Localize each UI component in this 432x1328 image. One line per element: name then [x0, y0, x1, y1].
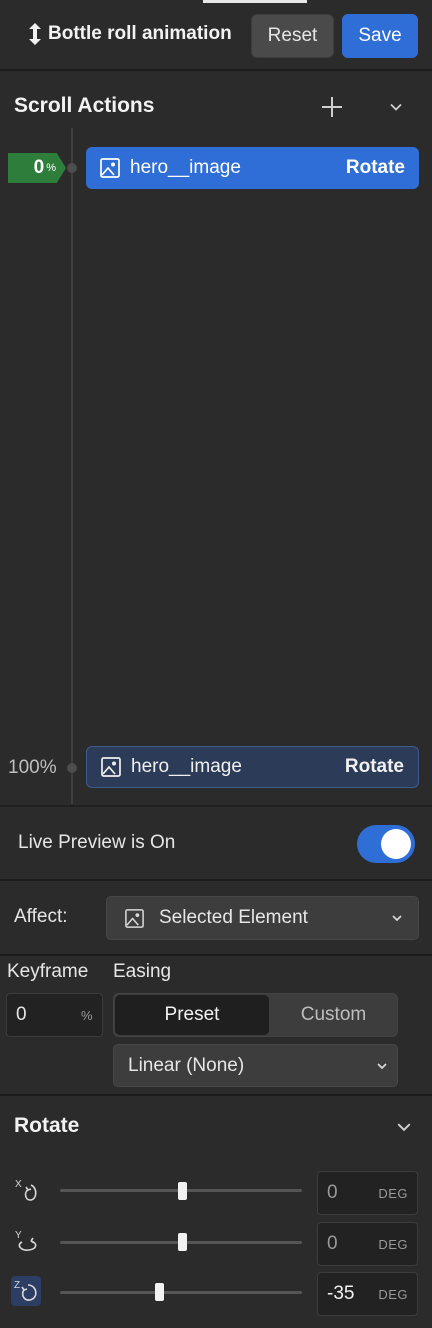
start-percent-value: 0 [33, 157, 45, 178]
rotate-y-value: 0 [327, 1233, 338, 1254]
svg-text:X: X [15, 1179, 22, 1190]
rotate-x-input[interactable]: 0 DEG [317, 1171, 418, 1215]
action-element-name: hero__image [131, 756, 242, 777]
animation-title[interactable]: Bottle roll animation [28, 22, 232, 46]
divider [0, 879, 432, 881]
rotate-y-input[interactable]: 0 DEG [317, 1222, 418, 1266]
keyframe-label: Keyframe [7, 961, 89, 982]
timeline-line [71, 128, 73, 804]
image-icon [100, 158, 120, 178]
easing-preset-select[interactable]: Linear (None) [113, 1044, 398, 1087]
action-element-name: hero__image [130, 157, 241, 178]
affect-label: Affect: [14, 906, 68, 927]
action-row-start[interactable]: hero__image Rotate [86, 147, 419, 189]
divider [0, 954, 432, 956]
rotate-x-slider-thumb[interactable] [178, 1182, 187, 1200]
divider [0, 69, 432, 71]
divider [0, 1094, 432, 1096]
chevron-down-icon[interactable] [389, 100, 403, 114]
easing-mode-toggle: Preset Custom [113, 993, 398, 1037]
rotate-x-unit: DEG [378, 1185, 408, 1201]
live-preview-toggle[interactable] [357, 825, 415, 863]
image-icon [101, 757, 121, 777]
image-icon [125, 908, 144, 928]
rotate-z-value: -35 [327, 1283, 355, 1304]
rotate-z-input[interactable]: -35 DEG [317, 1272, 418, 1316]
rotate-y-unit: DEG [378, 1236, 408, 1252]
start-percent-marker[interactable]: 0% [8, 153, 66, 183]
start-percent-unit: % [46, 162, 56, 174]
easing-selected-value: Linear (None) [128, 1054, 245, 1076]
svg-text:Z: Z [14, 1280, 20, 1291]
action-row-end[interactable]: hero__image Rotate [86, 746, 419, 788]
rotate-z-slider-thumb[interactable] [155, 1283, 164, 1301]
action-type: Rotate [345, 157, 405, 178]
keyframe-unit: % [80, 1007, 93, 1023]
live-preview-label: Live Preview is On [18, 832, 176, 853]
timeline-dot[interactable] [67, 163, 77, 173]
scroll-actions-title: Scroll Actions [14, 94, 155, 117]
animation-title-text: Bottle roll animation [48, 23, 232, 44]
keyframe-value: 0 [16, 1004, 27, 1025]
tab-preset[interactable]: Preset [115, 995, 269, 1035]
rotate-y-icon[interactable]: Y [11, 1227, 41, 1257]
rotate-x-icon[interactable]: X [11, 1176, 41, 1206]
divider [0, 805, 432, 807]
chevron-down-icon[interactable] [396, 1119, 412, 1135]
rotate-z-icon[interactable]: Z [11, 1276, 41, 1306]
vertical-arrows-icon [29, 23, 41, 45]
active-tab-indicator [203, 0, 307, 3]
rotate-y-slider-thumb[interactable] [178, 1233, 187, 1251]
end-percent-label: 100% [8, 757, 57, 778]
affect-value: Selected Element [159, 907, 308, 928]
rotate-title: Rotate [14, 1114, 80, 1137]
timeline-dot-end[interactable] [67, 763, 77, 773]
chevron-down-icon [392, 915, 402, 922]
easing-label: Easing [113, 961, 172, 982]
toggle-knob [381, 829, 411, 859]
action-type: Rotate [344, 756, 404, 777]
reset-button[interactable]: Reset [251, 14, 334, 58]
tab-custom[interactable]: Custom [270, 995, 397, 1035]
rotate-z-unit: DEG [378, 1286, 408, 1302]
rotate-z-track[interactable] [60, 1291, 302, 1294]
save-button[interactable]: Save [342, 14, 418, 58]
chevron-down-icon [377, 1062, 387, 1069]
keyframe-input[interactable]: 0 % [6, 993, 103, 1037]
affect-select[interactable]: Selected Element [106, 896, 419, 940]
add-icon[interactable] [320, 95, 344, 119]
svg-text:Y: Y [15, 1230, 22, 1241]
rotate-x-value: 0 [327, 1182, 338, 1203]
